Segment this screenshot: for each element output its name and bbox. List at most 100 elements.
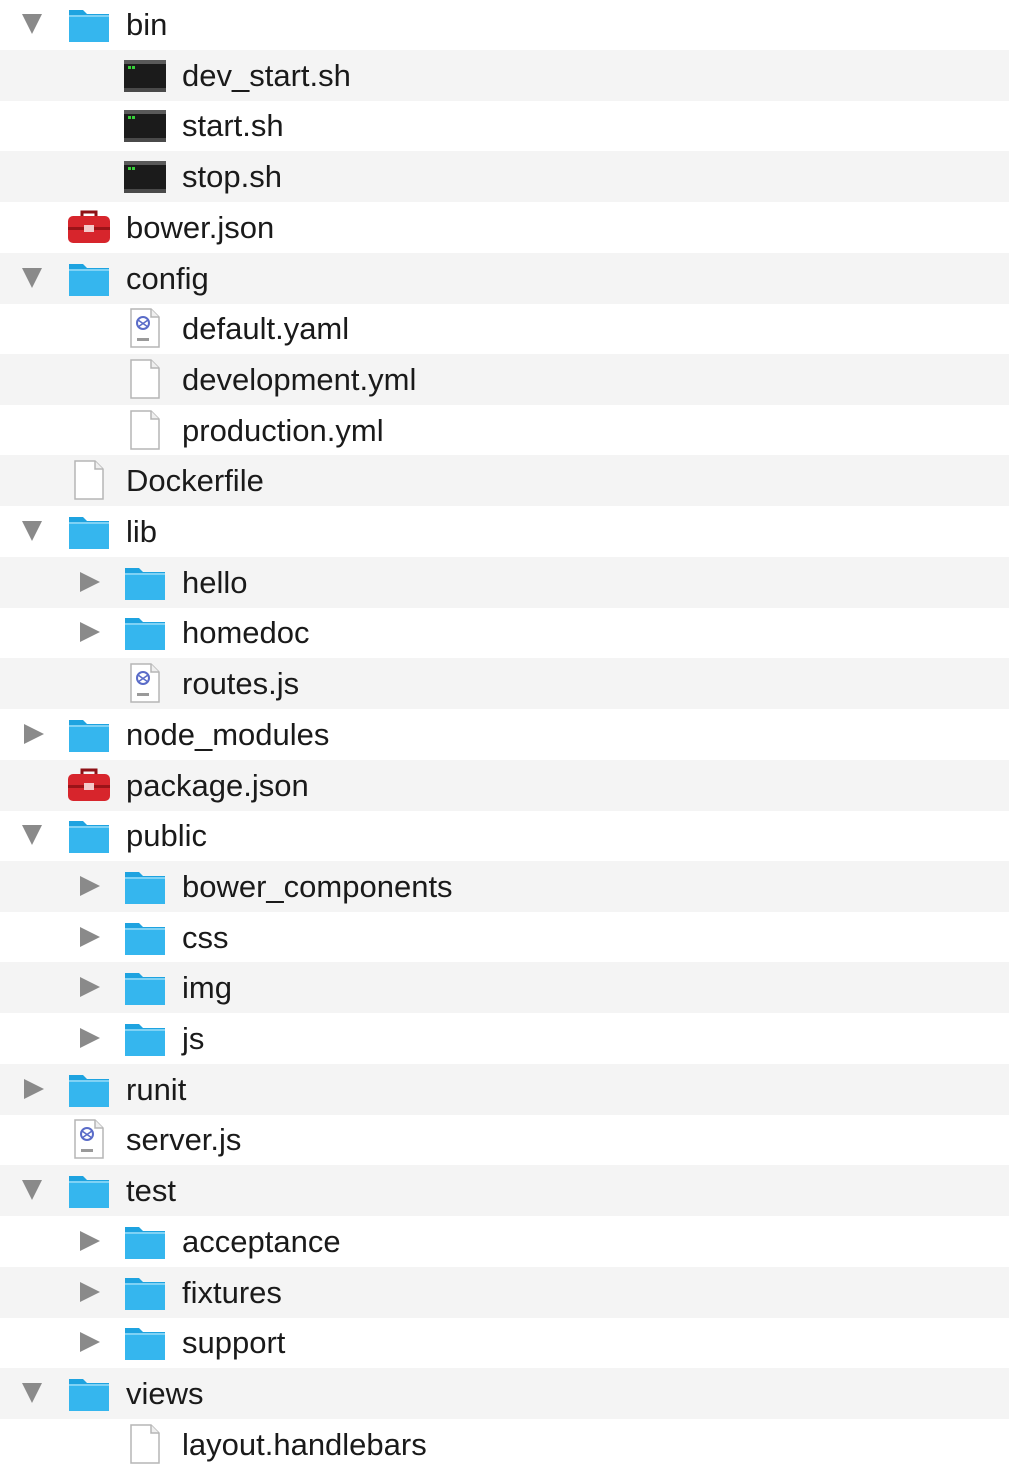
script-document-icon — [123, 308, 167, 348]
tree-row[interactable]: views — [0, 1367, 1009, 1419]
disclosure-collapsed-icon[interactable] — [80, 622, 100, 643]
disclosure-expanded-icon[interactable] — [22, 825, 42, 846]
tree-row-label: img — [182, 970, 232, 1006]
tree-row-label: fixtures — [182, 1274, 282, 1310]
tree-row[interactable]: lib — [0, 506, 1009, 557]
tree-row-label: bower_components — [182, 868, 453, 904]
tree-row[interactable]: development.yml — [0, 353, 1009, 405]
tree-row-label: public — [126, 818, 207, 854]
script-document-icon — [67, 1119, 111, 1160]
tree-row[interactable]: dev_start.sh — [0, 49, 1009, 101]
tree-row-label: bower.json — [126, 209, 275, 245]
tree-row[interactable]: node_modules — [0, 709, 1009, 760]
disclosure-collapsed-icon[interactable] — [80, 1230, 100, 1251]
tree-row[interactable]: bower_components — [0, 860, 1009, 912]
disclosure-collapsed-icon[interactable] — [80, 926, 100, 947]
disclosure-collapsed-icon[interactable] — [80, 875, 100, 896]
tree-row-label: package.json — [126, 767, 309, 803]
disclosure-collapsed-icon[interactable] — [24, 1078, 44, 1099]
tree-row[interactable]: Dockerfile — [0, 455, 1009, 507]
tree-row-label: runit — [126, 1071, 187, 1107]
tree-row-label: default.yaml — [182, 311, 350, 347]
tree-row-label: views — [126, 1375, 204, 1411]
tree-row-label: css — [182, 919, 229, 955]
toolbox-icon — [67, 207, 111, 247]
tree-row-label: start.sh — [182, 108, 284, 144]
tree-row[interactable]: img — [0, 962, 1009, 1014]
document-icon — [67, 460, 111, 501]
disclosure-expanded-icon[interactable] — [22, 521, 42, 541]
tree-row[interactable]: package.json — [0, 759, 1009, 811]
tree-row-label: Dockerfile — [126, 463, 264, 499]
disclosure-expanded-icon[interactable] — [22, 267, 42, 288]
tree-row-label: dev_start.sh — [182, 57, 351, 93]
folder-icon — [67, 815, 111, 855]
tree-row-label: production.yml — [182, 412, 384, 448]
tree-row[interactable]: bower.json — [0, 202, 1009, 253]
tree-row-label: config — [126, 260, 209, 296]
tree-row[interactable]: bin — [0, 0, 1009, 50]
disclosure-collapsed-icon[interactable] — [80, 1332, 100, 1353]
tree-row-label: homedoc — [182, 615, 310, 651]
folder-icon — [123, 917, 167, 957]
disclosure-collapsed-icon[interactable] — [80, 977, 100, 998]
terminal-icon — [123, 105, 167, 145]
tree-row[interactable]: support — [0, 1317, 1009, 1368]
folder-icon — [123, 1221, 167, 1261]
file-tree: bin dev_start.sh start.sh stop.sh bower.… — [0, 0, 1009, 1470]
tree-row-label: hello — [182, 564, 248, 600]
tree-row[interactable]: layout.handlebars — [0, 1419, 1009, 1470]
tree-row[interactable]: config — [0, 252, 1009, 304]
tree-row[interactable]: css — [0, 912, 1009, 963]
tree-row-label: stop.sh — [182, 159, 282, 195]
tree-row[interactable]: production.yml — [0, 405, 1009, 456]
tree-row[interactable]: acceptance — [0, 1216, 1009, 1267]
tree-row[interactable]: test — [0, 1165, 1009, 1217]
toolbox-icon — [67, 765, 111, 805]
tree-row-label: support — [182, 1325, 286, 1361]
disclosure-expanded-icon[interactable] — [22, 1180, 42, 1201]
folder-icon — [123, 1322, 167, 1362]
folder-icon — [67, 714, 111, 754]
tree-row[interactable]: server.js — [0, 1114, 1009, 1165]
tree-row[interactable]: default.yaml — [0, 303, 1009, 354]
tree-row-label: development.yml — [182, 361, 417, 397]
tree-row-label: acceptance — [182, 1223, 341, 1259]
folder-icon — [123, 1272, 167, 1312]
terminal-icon — [123, 55, 167, 95]
disclosure-collapsed-icon[interactable] — [80, 571, 100, 592]
folder-icon — [67, 511, 111, 551]
tree-row-label: lib — [126, 514, 158, 549]
folder-icon — [123, 866, 167, 906]
disclosure-expanded-icon[interactable] — [22, 14, 42, 34]
tree-row[interactable]: hello — [0, 556, 1009, 608]
tree-row[interactable]: public — [0, 810, 1009, 861]
folder-icon — [67, 1069, 111, 1109]
script-document-icon — [123, 663, 167, 703]
disclosure-expanded-icon[interactable] — [22, 1382, 42, 1403]
disclosure-collapsed-icon[interactable] — [80, 1281, 100, 1302]
document-icon — [123, 359, 167, 399]
tree-row[interactable]: stop.sh — [0, 151, 1009, 203]
tree-row[interactable]: routes.js — [0, 658, 1009, 710]
disclosure-collapsed-icon[interactable] — [80, 1028, 100, 1048]
tree-row-label: server.js — [126, 1122, 242, 1158]
tree-row[interactable]: start.sh — [0, 100, 1009, 151]
tree-row-label: layout.handlebars — [182, 1426, 427, 1462]
folder-icon — [123, 612, 167, 652]
tree-row[interactable]: js — [0, 1013, 1009, 1064]
folder-icon — [67, 258, 111, 298]
tree-row-label: bin — [126, 7, 168, 42]
tree-row[interactable]: fixtures — [0, 1266, 1009, 1318]
tree-row-label: test — [126, 1173, 176, 1209]
folder-icon — [123, 967, 167, 1007]
folder-icon — [123, 562, 167, 602]
folder-icon — [67, 1170, 111, 1210]
tree-row-label: routes.js — [182, 666, 300, 702]
tree-row[interactable]: homedoc — [0, 607, 1009, 658]
folder-icon — [67, 1373, 111, 1413]
tree-row-label: node_modules — [126, 716, 330, 752]
disclosure-collapsed-icon[interactable] — [24, 723, 44, 744]
document-icon — [123, 1423, 167, 1464]
tree-row[interactable]: runit — [0, 1063, 1009, 1115]
